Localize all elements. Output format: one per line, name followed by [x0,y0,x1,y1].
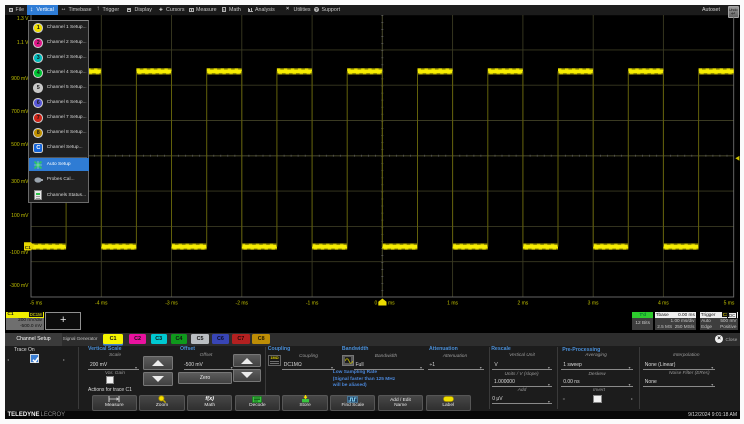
svg-text:100 mV: 100 mV [11,213,29,219]
svg-text:900 mV: 900 mV [11,76,29,82]
svg-text:ms: ms [388,301,395,306]
svg-text:C1: C1 [25,245,31,250]
svg-text:5 ms: 5 ms [724,301,735,306]
svg-text:-4 ms: -4 ms [95,301,108,306]
svg-text:2 ms: 2 ms [517,301,528,306]
svg-text:700 mV: 700 mV [11,109,29,115]
svg-text:300 mV: 300 mV [11,179,29,185]
svg-text:-2 ms: -2 ms [236,301,249,306]
svg-text:1.3 V: 1.3 V [17,16,29,22]
svg-text:-1 ms: -1 ms [306,301,319,306]
svg-text:-3 ms: -3 ms [165,301,178,306]
svg-text:1 ms: 1 ms [447,301,458,306]
svg-text:0: 0 [375,301,378,306]
svg-text:1.1 V: 1.1 V [17,40,29,46]
svg-text:-300 mV: -300 mV [10,283,30,289]
svg-text:-100 mV: -100 mV [10,250,30,256]
svg-text:-5 ms: -5 ms [30,301,43,306]
svg-text:500 mV: 500 mV [11,142,29,148]
svg-text:3 ms: 3 ms [588,301,599,306]
svg-text:4 ms: 4 ms [658,301,669,306]
